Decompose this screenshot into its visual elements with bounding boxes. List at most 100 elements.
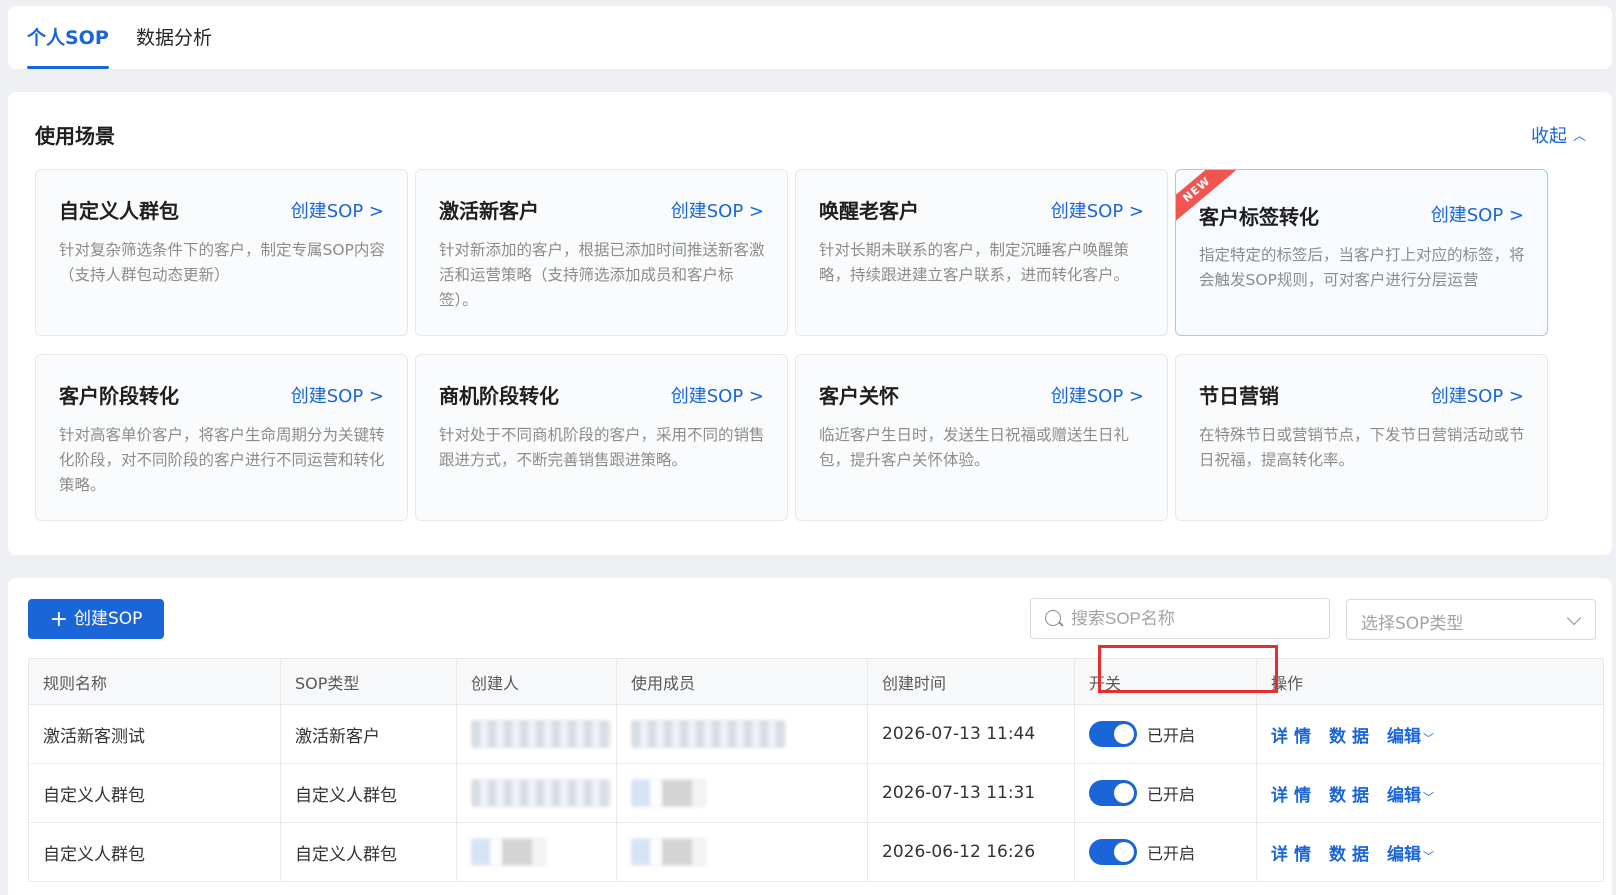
card-desc: 针对新添加的客户，根据已添加时间推送新客激活和运营策略（支持筛选添加成员和客户标… [439, 241, 765, 309]
column-header: 规则名称 [28, 658, 281, 705]
created-time: 2026-07-13 11:44 [867, 704, 1075, 764]
table-row: 自定义人群包 自定义人群包 2026-06-12 16:26 已开启 详情 数据编… [28, 822, 1604, 882]
card-title: 自定义人群包 [59, 199, 179, 223]
switch-cell: 已开启 [1074, 822, 1257, 882]
created-time: 2026-06-12 16:26 [867, 822, 1075, 882]
search-input[interactable] [1071, 599, 1321, 638]
detail-link[interactable]: 详情 [1271, 786, 1317, 806]
blurred-members [631, 838, 706, 866]
collapse-button[interactable]: 收起 ︿ [1531, 122, 1586, 148]
card-title: 激活新客户 [439, 199, 539, 223]
table-row: 自定义人群包 自定义人群包 2026-07-13 11:31 已开启 详情 数据编… [28, 763, 1604, 823]
creator [456, 822, 617, 882]
edit-label: 编辑 [1387, 726, 1421, 747]
sop-table: 规则名称 SOP类型 创建人 使用成员 创建时间 开关 操作 激活新客测试 激活… [28, 658, 1604, 882]
creator [456, 704, 617, 764]
section-title: 使用场景 [35, 124, 115, 148]
scenario-card: 唤醒老客户 创建SOP > 针对长期未联系的客户，制定沉睡客户唤醒策略，持续跟进… [795, 169, 1168, 336]
search-icon [1045, 610, 1061, 626]
chevron-down-icon: ﹀ [1423, 790, 1434, 804]
column-header: 使用成员 [616, 658, 868, 705]
create-sop-link[interactable]: 创建SOP > [291, 382, 384, 408]
sop-type-select[interactable]: 选择SOP类型 [1346, 599, 1596, 640]
detail-link[interactable]: 详情 [1271, 727, 1317, 747]
card-desc: 在特殊节日或营销节点，下发节日营销活动或节日祝福，提高转化率。 [1199, 426, 1525, 469]
create-sop-link[interactable]: 创建SOP > [1431, 382, 1524, 408]
data-link[interactable]: 数据 [1329, 727, 1375, 747]
scenario-card: 客户关怀 创建SOP > 临近客户生日时，发送生日祝福或赠送生日礼包，提升客户关… [795, 354, 1168, 521]
scenario-card: 自定义人群包 创建SOP > 针对复杂筛选条件下的客户，制定专属SOP内容（支持… [35, 169, 408, 336]
blurred-creator [471, 779, 611, 807]
edit-dropdown[interactable]: 编辑 ﹀ [1387, 845, 1434, 865]
status-label: 已开启 [1147, 785, 1196, 804]
create-sop-link[interactable]: 创建SOP > [1051, 382, 1144, 408]
status-label: 已开启 [1147, 726, 1196, 745]
select-placeholder: 选择SOP类型 [1361, 614, 1464, 634]
status-toggle[interactable] [1089, 721, 1137, 747]
blurred-creator [471, 720, 611, 748]
scenarios-panel: 使用场景 收起 ︿ 自定义人群包 创建SOP > 针对复杂筛选条件下的客户，制定专… [8, 92, 1612, 555]
card-desc: 针对处于不同商机阶段的客户，采用不同的销售跟进方式，不断完善销售跟进策略。 [439, 426, 765, 469]
blurred-creator [471, 838, 546, 866]
edit-dropdown[interactable]: 编辑 ﹀ [1387, 786, 1434, 806]
tab-bar: 个人SOP 数据分析 [8, 6, 1612, 69]
search-box [1030, 598, 1330, 639]
card-title: 客户关怀 [819, 384, 899, 408]
data-link[interactable]: 数据 [1329, 845, 1375, 865]
collapse-label: 收起 [1530, 126, 1567, 147]
scenario-card: 客户阶段转化 创建SOP > 针对高客单价客户，将客户生命周期分为关键转化阶段，… [35, 354, 408, 521]
table-header-row: 规则名称 SOP类型 创建人 使用成员 创建时间 开关 操作 [28, 658, 1604, 705]
create-sop-link[interactable]: 创建SOP > [671, 382, 764, 408]
card-desc: 临近客户生日时，发送生日祝福或赠送生日礼包，提升客户关怀体验。 [819, 426, 1130, 469]
scenario-card: 激活新客户 创建SOP > 针对新添加的客户，根据已添加时间推送新客激活和运营策… [415, 169, 788, 336]
chevron-down-icon [1566, 610, 1582, 626]
create-sop-link[interactable]: 创建SOP > [1051, 197, 1144, 223]
chevron-down-icon: ﹀ [1423, 731, 1434, 745]
blurred-members [631, 720, 786, 748]
data-link[interactable]: 数据 [1329, 786, 1375, 806]
card-title: 节日营销 [1199, 384, 1279, 408]
chevron-down-icon: ﹀ [1423, 849, 1434, 863]
tab-personal-sop[interactable]: 个人SOP [27, 6, 109, 69]
members [616, 704, 868, 764]
create-sop-link[interactable]: 创建SOP > [1431, 201, 1524, 227]
members [616, 763, 868, 823]
actions-cell: 详情 数据 编辑 ﹀ [1256, 822, 1604, 882]
card-title: 唤醒老客户 [819, 199, 919, 223]
rule-name: 激活新客测试 [28, 704, 281, 764]
card-desc: 针对高客单价客户，将客户生命周期分为关键转化阶段，对不同阶段的客户进行不同运营和… [59, 426, 385, 494]
create-sop-link[interactable]: 创建SOP > [671, 197, 764, 223]
creator [456, 763, 617, 823]
card-desc: 针对复杂筛选条件下的客户，制定专属SOP内容（支持人群包动态更新） [59, 241, 385, 284]
actions-cell: 详情 数据 编辑 ﹀ [1256, 704, 1604, 764]
card-desc: 针对长期未联系的客户，制定沉睡客户唤醒策略，持续跟进建立客户联系，进而转化客户。 [819, 241, 1130, 284]
members [616, 822, 868, 882]
edit-label: 编辑 [1387, 844, 1421, 865]
sop-type: 激活新客户 [280, 704, 457, 764]
create-sop-link[interactable]: 创建SOP > [291, 197, 384, 223]
create-sop-button[interactable]: + 创建SOP [28, 599, 164, 639]
tab-data-analysis[interactable]: 数据分析 [136, 6, 212, 69]
actions-cell: 详情 数据 编辑 ﹀ [1256, 763, 1604, 823]
edit-dropdown[interactable]: 编辑 ﹀ [1387, 727, 1434, 747]
table-row: 激活新客测试 激活新客户 2026-07-13 11:44 已开启 详情 数据 编辑… [28, 704, 1604, 764]
rule-name: 自定义人群包 [28, 822, 281, 882]
status-label: 已开启 [1147, 844, 1196, 863]
sop-type: 自定义人群包 [280, 822, 457, 882]
scenario-card: NEW 客户标签转化 创建SOP > 指定特定的标签后，当客户打上对应的标签，将… [1175, 169, 1548, 336]
plus-icon: + [49, 607, 68, 632]
create-sop-label: 创建SOP [74, 609, 143, 629]
column-header: 创建时间 [867, 658, 1075, 705]
status-toggle[interactable] [1089, 780, 1137, 806]
card-title: 商机阶段转化 [439, 384, 559, 408]
column-header: 创建人 [456, 658, 617, 705]
column-header: SOP类型 [280, 658, 457, 705]
card-title: 客户阶段转化 [59, 384, 179, 408]
status-toggle[interactable] [1089, 839, 1137, 865]
sop-type: 自定义人群包 [280, 763, 457, 823]
column-header: 开关 [1074, 658, 1257, 705]
switch-cell: 已开启 [1074, 704, 1257, 764]
chevron-up-icon: ︿ [1572, 129, 1586, 144]
blurred-members [631, 779, 706, 807]
detail-link[interactable]: 详情 [1271, 845, 1317, 865]
